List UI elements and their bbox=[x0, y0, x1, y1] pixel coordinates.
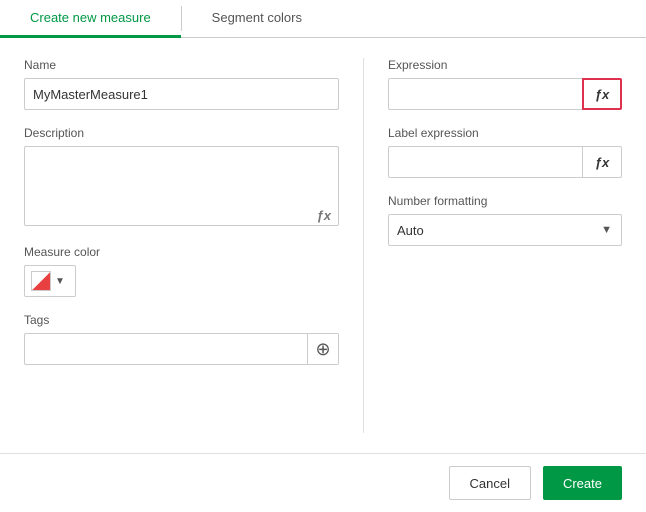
cancel-button[interactable]: Cancel bbox=[449, 466, 531, 500]
description-fx-icon: ƒx bbox=[317, 208, 331, 223]
measure-color-label: Measure color bbox=[24, 245, 339, 259]
name-field-group: Name bbox=[24, 58, 339, 110]
expression-input[interactable] bbox=[388, 78, 582, 110]
tab-segment-colors[interactable]: Segment colors bbox=[182, 0, 332, 38]
name-input[interactable] bbox=[24, 78, 339, 110]
create-button[interactable]: Create bbox=[543, 466, 622, 500]
footer: Cancel Create bbox=[0, 453, 646, 512]
label-expression-input[interactable] bbox=[388, 146, 582, 178]
tags-input[interactable] bbox=[24, 333, 307, 365]
description-input[interactable] bbox=[24, 146, 339, 226]
left-panel: Name Description ƒx Measure color ▼ Tags bbox=[24, 58, 364, 433]
expression-label: Expression bbox=[388, 58, 622, 72]
expression-fx-icon: ƒx bbox=[595, 87, 609, 102]
tags-wrapper: ⊕ bbox=[24, 333, 339, 365]
expression-wrapper: ƒx bbox=[388, 78, 622, 110]
tags-add-button[interactable]: ⊕ bbox=[307, 333, 339, 365]
expression-field-group: Expression ƒx bbox=[388, 58, 622, 110]
tags-add-icon: ⊕ bbox=[315, 339, 330, 360]
measure-color-group: Measure color ▼ bbox=[24, 245, 339, 297]
label-expression-wrapper: ƒx bbox=[388, 146, 622, 178]
number-formatting-group: Number formatting Auto Number Money Date… bbox=[388, 194, 622, 246]
measure-color-button[interactable]: ▼ bbox=[24, 265, 76, 297]
tags-field-group: Tags ⊕ bbox=[24, 313, 339, 365]
label-expression-field-group: Label expression ƒx bbox=[388, 126, 622, 178]
create-label: Create bbox=[563, 476, 602, 491]
tab-create-measure[interactable]: Create new measure bbox=[0, 0, 181, 38]
tab-create-label: Create new measure bbox=[30, 10, 151, 25]
main-content: Name Description ƒx Measure color ▼ Tags bbox=[0, 38, 646, 453]
tab-segment-label: Segment colors bbox=[212, 10, 302, 25]
color-dropdown-arrow-icon: ▼ bbox=[55, 276, 65, 287]
label-expression-fx-button[interactable]: ƒx bbox=[582, 146, 622, 178]
description-label: Description bbox=[24, 126, 339, 140]
color-swatch bbox=[31, 271, 51, 291]
label-expression-label: Label expression bbox=[388, 126, 622, 140]
color-swatch-inner bbox=[32, 272, 50, 290]
label-fx-icon: ƒx bbox=[595, 155, 609, 170]
number-formatting-label: Number formatting bbox=[388, 194, 622, 208]
name-label: Name bbox=[24, 58, 339, 72]
cancel-label: Cancel bbox=[470, 476, 510, 491]
right-panel: Expression ƒx Label expression ƒx Number… bbox=[364, 58, 622, 433]
expression-fx-button[interactable]: ƒx bbox=[582, 78, 622, 110]
number-formatting-select-wrapper: Auto Number Money Date Duration Custom ▼ bbox=[388, 214, 622, 246]
number-formatting-select[interactable]: Auto Number Money Date Duration Custom bbox=[388, 214, 622, 246]
description-wrapper: ƒx bbox=[24, 146, 339, 229]
tags-label: Tags bbox=[24, 313, 339, 327]
tabs-bar: Create new measure Segment colors bbox=[0, 0, 646, 38]
description-field-group: Description ƒx bbox=[24, 126, 339, 229]
